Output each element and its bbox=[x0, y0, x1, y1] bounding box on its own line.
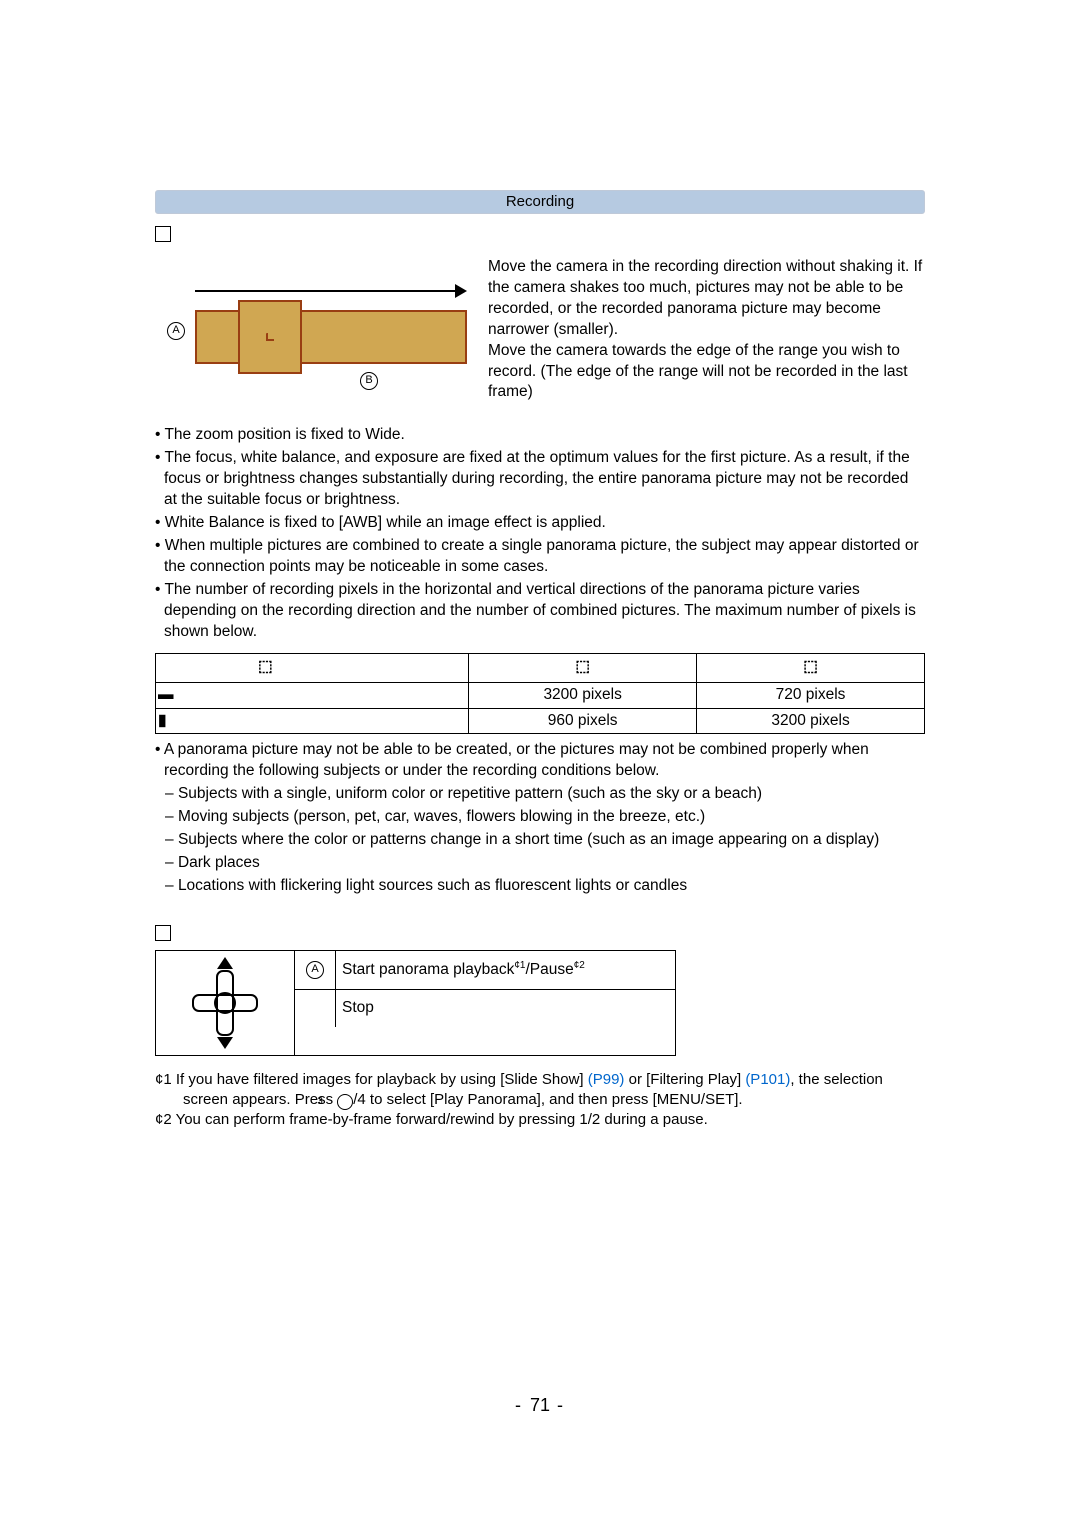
table-row: ▮ 960 pixels 3200 pixels bbox=[156, 708, 925, 734]
horizontal-icon: ▬ bbox=[158, 685, 174, 706]
down-cell bbox=[295, 990, 336, 1027]
footnote-2: ¢2 You can perform frame-by-frame forwar… bbox=[155, 1110, 925, 1130]
wide-rect-icon bbox=[195, 310, 467, 364]
circle-a-icon: A bbox=[306, 961, 324, 979]
tip-paragraph-2: Move the camera towards the edge of the … bbox=[488, 341, 925, 404]
note-lead: • A panorama picture may not be able to … bbox=[155, 740, 925, 782]
direction-arrow-icon bbox=[195, 290, 465, 292]
note-sub: – Moving subjects (person, pet, car, wav… bbox=[155, 807, 925, 828]
triangle-up-icon bbox=[217, 957, 233, 969]
label-b-icon: B bbox=[360, 372, 378, 390]
cell-h: 960 pixels bbox=[469, 708, 697, 734]
vertical-icon: ▮ bbox=[158, 711, 167, 732]
cell-h: 3200 pixels bbox=[469, 682, 697, 708]
footnotes: ¢1 If you have filtered images for playb… bbox=[155, 1070, 925, 1131]
note-item: • White Balance is fixed to [AWB] while … bbox=[155, 513, 925, 534]
dpad-cell bbox=[155, 950, 295, 1056]
playback-row: A Start panorama playback¢1/Pause¢2 bbox=[295, 951, 675, 989]
notes-list-2: • A panorama picture may not be able to … bbox=[155, 740, 925, 896]
technique-label: Technique bbox=[175, 224, 247, 245]
triangle-down-icon bbox=[217, 1037, 233, 1049]
link-p101[interactable]: (P101) bbox=[745, 1071, 790, 1088]
panorama-diagram: A B bbox=[155, 260, 470, 375]
th-vertical: ⬚ bbox=[697, 653, 925, 682]
note-item: • The zoom position is fixed to Wide. bbox=[155, 425, 925, 446]
section-header: Recording bbox=[155, 190, 925, 214]
playback-label: Playback bbox=[175, 923, 238, 944]
note-sub: – Subjects where the color or patterns c… bbox=[155, 830, 925, 851]
resolution-table: ⬚ ⬚ ⬚ ▬ 3200 pixels 720 pixels ▮ 960 pix… bbox=[155, 653, 925, 735]
section-marker-technique: Technique bbox=[155, 224, 925, 245]
cell-v: 3200 pixels bbox=[697, 708, 925, 734]
note-item: • The focus, white balance, and exposure… bbox=[155, 448, 925, 511]
playback-controls-table: A Start panorama playback¢1/Pause¢2 Stop bbox=[155, 950, 925, 1056]
section-marker-playback: Playback bbox=[155, 923, 925, 944]
marker-square-icon bbox=[155, 925, 171, 941]
dpad-icon bbox=[190, 969, 260, 1037]
th-direction: ⬚ bbox=[156, 653, 469, 682]
th-horizontal: ⬚ bbox=[469, 653, 697, 682]
tip-paragraph-1: Move the camera in the recording directi… bbox=[488, 257, 925, 341]
note-item: • The number of recording pixels in the … bbox=[155, 580, 925, 643]
camera-rect-icon bbox=[238, 300, 302, 374]
playback-row: Stop bbox=[295, 989, 675, 1027]
playback-action: Stop bbox=[336, 990, 675, 1027]
page-number: - 71 - bbox=[0, 1395, 1080, 1416]
button-3-icon: 3 bbox=[337, 1094, 353, 1110]
note-sub: – Locations with flickering light source… bbox=[155, 876, 925, 897]
link-p99[interactable]: (P99) bbox=[588, 1071, 625, 1088]
label-a-icon: A bbox=[167, 322, 185, 340]
tip-text: Move the camera in the recording directi… bbox=[488, 245, 925, 403]
header-title: Recording bbox=[506, 192, 574, 212]
footnote-1: ¢1 If you have filtered images for playb… bbox=[155, 1070, 925, 1111]
note-sub: – Subjects with a single, uniform color … bbox=[155, 784, 925, 805]
note-sub: – Dark places bbox=[155, 853, 925, 874]
playback-action: Start panorama playback¢1/Pause¢2 bbox=[336, 951, 675, 989]
marker-square-icon bbox=[155, 226, 171, 242]
note-item: • When multiple pictures are combined to… bbox=[155, 536, 925, 578]
notes-list-1: • The zoom position is fixed to Wide. • … bbox=[155, 425, 925, 642]
cell-v: 720 pixels bbox=[697, 682, 925, 708]
table-row: ▬ 3200 pixels 720 pixels bbox=[156, 682, 925, 708]
